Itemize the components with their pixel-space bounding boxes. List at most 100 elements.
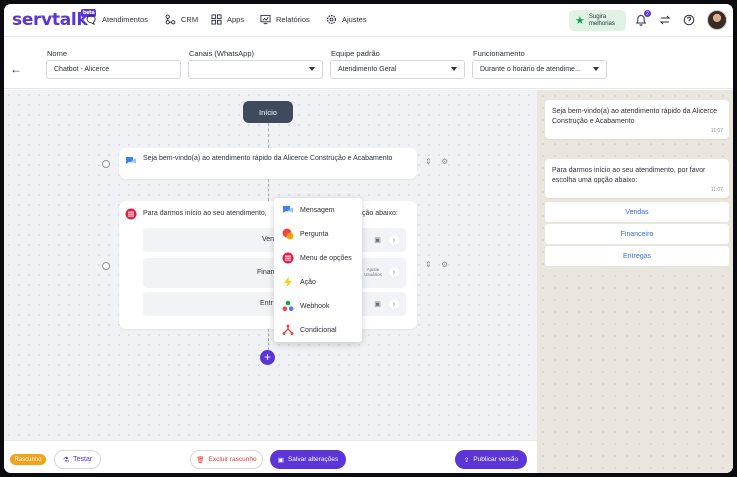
preview-option-button[interactable]: Entregas xyxy=(545,246,729,266)
connector-line xyxy=(268,329,269,350)
nav-atendimentos[interactable]: Atendimentos xyxy=(86,14,148,25)
name-input[interactable]: Chatbot - Alicerce xyxy=(46,60,181,79)
gear-icon xyxy=(326,14,337,25)
switch-button[interactable] xyxy=(658,13,672,27)
camera-icon[interactable]: ▣ xyxy=(373,236,382,245)
webhook-icon xyxy=(282,300,294,312)
test-button[interactable]: ⚗ Testar xyxy=(54,450,101,469)
option-label: Ven xyxy=(262,236,275,243)
lightning-icon xyxy=(284,276,292,288)
nav-apps[interactable]: Apps xyxy=(211,14,244,25)
menu-item-label: Webhook xyxy=(300,302,330,310)
message-node[interactable]: Seja bem-vindo(a) ao atendimento rápido … xyxy=(119,148,417,179)
question-icon xyxy=(282,228,294,240)
notification-badge: 2 xyxy=(644,10,651,17)
preview-option-button[interactable]: Vendas xyxy=(545,202,729,222)
nav-label: CRM xyxy=(181,15,199,24)
menu-item-menu-opcoes[interactable]: Menu de opções xyxy=(282,252,352,264)
reorder-icon[interactable]: ⇕ xyxy=(425,260,432,269)
preview-option-button[interactable]: Financeiro xyxy=(545,224,729,244)
app-window: servtalk beta Atendimentos CRM Apps Rela… xyxy=(4,4,733,473)
name-label: Nome xyxy=(47,49,68,58)
publish-label: Publicar versão xyxy=(473,456,519,463)
option-label: Finan xyxy=(257,269,275,276)
gear-icon[interactable]: ⚙ xyxy=(441,157,448,166)
options-menu-node[interactable]: Para darmos início ao seu atendimento, ç… xyxy=(119,201,417,329)
team-select-value: Atendimento Geral xyxy=(338,66,397,73)
menu-item-label: Menu de opções xyxy=(300,254,352,262)
servtalk-logo[interactable]: servtalk beta xyxy=(12,9,97,30)
chevron-down-icon xyxy=(593,67,599,71)
preview-message-bubble: Para darmos início ao seu atendimento, p… xyxy=(545,159,729,198)
conditional-icon xyxy=(282,324,294,335)
preview-message-text: Seja bem-vindo(a) ao atendimento rápido … xyxy=(552,108,717,125)
save-icon: ▣ xyxy=(277,456,284,464)
message-icon xyxy=(126,157,136,164)
message-time: 11:07 xyxy=(710,187,723,193)
schedule-select[interactable]: Durante o horário de atendime... xyxy=(472,60,607,79)
menu-item-condicional[interactable]: Condicional xyxy=(282,324,337,336)
options-menu-icon xyxy=(282,252,294,264)
back-arrow-icon[interactable]: ← xyxy=(10,62,22,76)
nav-ajustes[interactable]: Ajustes xyxy=(326,14,367,25)
upload-icon: ⇪ xyxy=(463,456,470,464)
whatsapp-preview-panel: Seja bem-vindo(a) ao atendimento rápido … xyxy=(537,90,733,473)
channels-select[interactable] xyxy=(188,60,323,79)
menu-item-acao[interactable]: Ação xyxy=(282,276,316,288)
start-node[interactable]: Início xyxy=(243,101,293,123)
add-step-button[interactable]: + xyxy=(260,350,275,365)
chevron-right-icon[interactable]: › xyxy=(389,235,399,245)
menu-item-mensagem[interactable]: Mensagem xyxy=(282,204,335,216)
notifications-button[interactable]: 2 xyxy=(634,10,651,27)
apps-grid-icon xyxy=(211,14,222,25)
nav-label: Apps xyxy=(227,15,245,24)
reorder-icon[interactable]: ⇕ xyxy=(425,157,432,166)
connector-line xyxy=(268,123,269,148)
nav-crm[interactable]: CRM xyxy=(165,14,198,25)
chevron-down-icon xyxy=(451,67,457,71)
options-menu-icon xyxy=(125,208,137,220)
gear-icon[interactable]: ⚙ xyxy=(441,260,448,269)
message-icon xyxy=(283,206,293,213)
menu-item-webhook[interactable]: Webhook xyxy=(282,300,329,312)
camera-icon[interactable]: ▣ xyxy=(373,300,382,309)
suggest-improvements-button[interactable]: ★ Sugira melhorias xyxy=(569,10,626,31)
status-badge: Rascunho xyxy=(10,454,46,465)
test-label: Testar xyxy=(73,456,93,463)
suggest-label: Sugira melhorias xyxy=(588,13,615,27)
chevron-right-icon[interactable]: › xyxy=(389,299,399,309)
nav-label: Ajustes xyxy=(342,15,367,24)
team-label: Equipe padrão xyxy=(331,49,380,58)
message-time: 11:07 xyxy=(710,128,723,134)
node-select-radio[interactable] xyxy=(102,262,110,270)
delete-draft-button[interactable]: 🗑 Excluir rascunho xyxy=(190,450,263,469)
help-button[interactable] xyxy=(682,13,696,27)
editor-footer: Rascunho ⚗ Testar 🗑 Excluir rascunho ▣ S… xyxy=(4,440,537,473)
menu-item-label: Pergunta xyxy=(300,230,329,238)
report-icon xyxy=(260,14,271,25)
nav-relatorios[interactable]: Relatórios xyxy=(260,14,310,25)
logo-text-serv: serv xyxy=(12,10,52,30)
menu-item-label: Ação xyxy=(300,278,316,286)
user-avatar[interactable] xyxy=(707,10,727,30)
swap-arrows-icon xyxy=(659,15,671,25)
star-icon: ★ xyxy=(575,15,585,27)
team-select[interactable]: Atendimento Geral xyxy=(330,60,465,79)
chevron-right-icon[interactable]: › xyxy=(389,267,399,277)
option-help-text: Ajuste Usuários xyxy=(364,267,382,277)
schedule-label: Funcionamento xyxy=(473,49,525,58)
menu-item-pergunta[interactable]: Pergunta xyxy=(282,228,328,240)
add-step-menu: Mensagem Pergunta Menu de opções Ação We… xyxy=(274,198,362,342)
options-node-text-left: Para darmos início ao seu atendimento, xyxy=(143,210,267,217)
nav-label: Atendimentos xyxy=(102,15,148,24)
channels-label: Canais (WhatsApp) xyxy=(189,49,255,58)
save-button[interactable]: ▣ Salvar alterações xyxy=(270,450,346,469)
connector-line xyxy=(268,179,269,201)
node-select-radio[interactable] xyxy=(102,160,110,168)
flow-canvas[interactable]: Início Seja bem-vindo(a) ao atendimento … xyxy=(4,90,537,440)
message-node-text: Seja bem-vindo(a) ao atendimento rápido … xyxy=(143,155,393,162)
publish-button[interactable]: ⇪ Publicar versão xyxy=(455,450,527,469)
option-label: Entr xyxy=(260,300,273,307)
save-label: Salvar alterações xyxy=(287,456,339,463)
top-navigation: servtalk beta Atendimentos CRM Apps Rela… xyxy=(4,4,733,37)
